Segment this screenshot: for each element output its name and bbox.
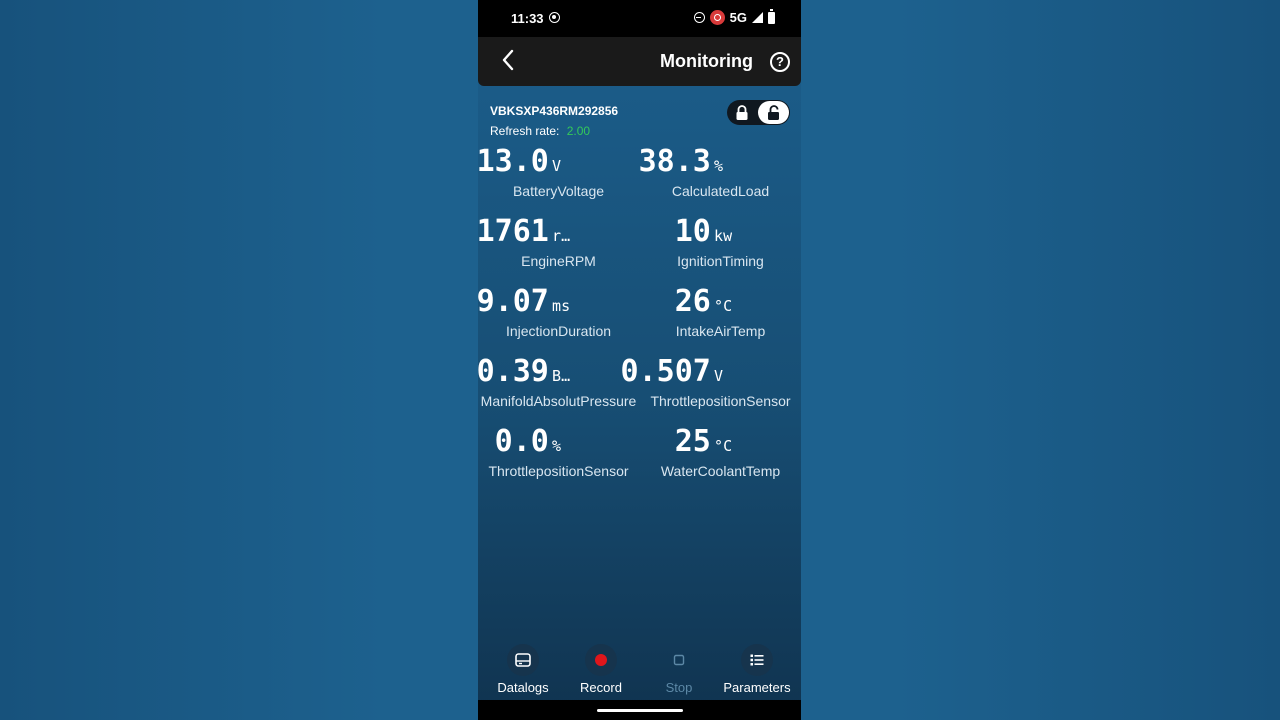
parameters-button[interactable]: Parameters [718, 644, 796, 698]
metric-unit: % [714, 157, 724, 175]
metric-tile[interactable]: 0.39 B… ManifoldAbsolutPressure [478, 353, 639, 423]
datalogs-icon [507, 644, 539, 676]
record-label: Record [580, 680, 622, 695]
metric-tile[interactable]: 1761 r… EngineRPM [478, 213, 639, 283]
metric-label: CalculatedLoad [671, 183, 770, 199]
metric-label: ThrottlepositionSensor [488, 463, 629, 479]
home-indicator[interactable] [597, 709, 683, 712]
lock-open-icon[interactable] [758, 101, 789, 124]
metric-tile[interactable]: 26 °C IntakeAirTemp [640, 283, 801, 353]
metric-tile[interactable]: 25 °C WaterCoolantTemp [640, 423, 801, 493]
metric-label: BatteryVoltage [512, 183, 605, 199]
metric-value: 38.3 [638, 144, 711, 179]
metric-tile[interactable]: 38.3 % CalculatedLoad [638, 143, 801, 213]
metric-unit: °C [714, 437, 733, 455]
status-time: 11:33 [511, 11, 544, 26]
refresh-rate: Refresh rate: 2.00 [490, 124, 590, 138]
page-title: Monitoring [660, 51, 753, 71]
list-icon [741, 644, 773, 676]
metric-label: ThrottlepositionSensor [650, 393, 791, 409]
metric-unit: % [552, 437, 562, 455]
system-nav-bar [478, 700, 801, 720]
metric-unit: V [552, 157, 562, 175]
lock-toggle[interactable] [727, 100, 790, 125]
app-bar: Monitoring ? [478, 37, 801, 86]
stop-icon [663, 644, 695, 676]
status-icons: 5G [693, 9, 775, 25]
parameters-label: Parameters [723, 680, 791, 695]
metric-value: 0.0 [494, 424, 549, 459]
metric-value-row: 0.0 % [478, 423, 639, 461]
screen-record-icon [709, 10, 725, 25]
metric-unit: V [714, 367, 724, 385]
metric-value-row: 10 kw [640, 213, 801, 251]
vehicle-vin: VBKSXP436RM292856 [490, 104, 619, 118]
record-button[interactable]: Record [562, 644, 640, 698]
metric-unit: r… [552, 227, 571, 245]
metric-value-row: 1761 r… [478, 213, 639, 251]
stop-label: Stop [665, 680, 693, 695]
signal-icon [752, 12, 763, 23]
metric-value-row: 13.0 V [478, 143, 639, 181]
metric-unit: °C [714, 297, 733, 315]
lock-closed-icon[interactable] [731, 102, 752, 123]
stop-button[interactable]: Stop [640, 644, 718, 698]
metric-value: 25 [674, 424, 711, 459]
metric-unit: kw [714, 227, 733, 245]
record-icon [585, 644, 617, 676]
network-type: 5G [729, 10, 747, 25]
metric-label: ManifoldAbsolutPressure [480, 393, 637, 409]
metric-value: 1761 [478, 214, 549, 249]
metric-value: 29.07 [478, 284, 549, 319]
battery-icon [768, 9, 775, 24]
location-ring-icon [549, 12, 560, 23]
metric-value: 26 [674, 284, 711, 319]
metric-tile[interactable]: 29.07 ms InjectionDuration [478, 283, 639, 353]
do-not-disturb-icon [693, 12, 705, 23]
metric-label: WaterCoolantTemp [660, 463, 781, 479]
bottom-nav: Datalogs Record Stop Parameters [478, 640, 801, 700]
refresh-rate-value: 2.00 [566, 124, 591, 138]
metric-label: IntakeAirTemp [675, 323, 766, 339]
metric-value-row: 26 °C [640, 283, 801, 321]
metric-unit: B… [552, 367, 571, 385]
metric-value-row: 29.07 ms [478, 283, 639, 321]
metric-value: 10 [674, 214, 711, 249]
metric-label: InjectionDuration [505, 323, 612, 339]
refresh-rate-label: Refresh rate: [490, 124, 560, 138]
phone-screen: 11:33 5G Monitoring ? VBKSXP436RM292856 … [478, 0, 801, 720]
datalogs-button[interactable]: Datalogs [484, 644, 562, 698]
metric-tile[interactable]: 10 kw IgnitionTiming [640, 213, 801, 283]
metric-value: 0.507 [620, 354, 711, 389]
metric-value-row: 0.39 B… [478, 353, 639, 391]
metric-value: 0.39 [478, 354, 549, 389]
metric-tile[interactable]: 0.507 V ThrottlepositionSensor [621, 353, 801, 423]
metric-unit: ms [552, 297, 571, 315]
metric-tile[interactable]: 13.0 V BatteryVoltage [478, 143, 639, 213]
metric-label: IgnitionTiming [677, 253, 764, 269]
chevron-left-icon[interactable] [498, 48, 520, 72]
datalogs-label: Datalogs [497, 680, 549, 695]
status-bar: 11:33 5G [478, 0, 801, 37]
metric-tile[interactable]: 0.0 % ThrottlepositionSensor [478, 423, 639, 493]
metric-value: 13.0 [478, 144, 549, 179]
metric-value-row: 38.3 % [638, 143, 801, 181]
help-circle-icon[interactable]: ? [770, 52, 790, 72]
metric-value-row: 25 °C [640, 423, 801, 461]
metric-label: EngineRPM [521, 253, 596, 269]
metric-value-row: 0.507 V [621, 353, 801, 391]
